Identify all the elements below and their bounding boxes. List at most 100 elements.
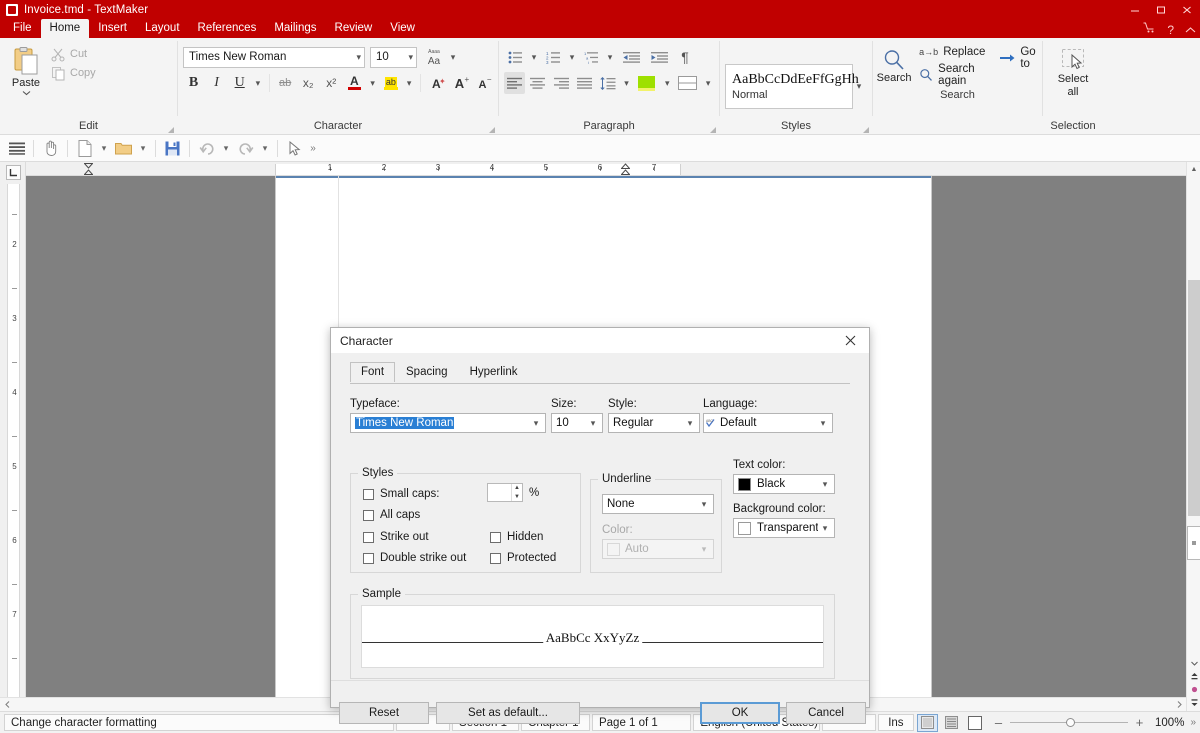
protected-checkbox[interactable] xyxy=(490,552,501,564)
underline-button[interactable]: U xyxy=(229,72,250,94)
browse-object-icon[interactable] xyxy=(1187,683,1200,696)
status-page[interactable]: Page 1 of 1 xyxy=(591,714,692,731)
numbering-button[interactable]: 123 xyxy=(542,46,564,68)
tab-stop-selector[interactable] xyxy=(6,165,21,180)
paragraph-dialog-launcher[interactable] xyxy=(710,127,716,133)
status-insert-mode[interactable]: Ins xyxy=(877,714,915,731)
ok-button[interactable]: OK xyxy=(700,702,780,724)
pointer-icon[interactable] xyxy=(283,137,306,159)
scroll-right-arrow-icon[interactable] xyxy=(1172,698,1186,712)
small-caps-checkbox[interactable] xyxy=(363,488,374,500)
style-gallery-item[interactable]: AaBbCcDdEeFfGgHh Normal xyxy=(725,64,859,109)
size-combo[interactable]: 10 ▾ xyxy=(551,413,603,433)
style-combo[interactable]: Regular ▾ xyxy=(608,413,700,433)
horizontal-ruler[interactable]: 1 2 3 4 5 6 7 xyxy=(26,162,1186,176)
decrease-indent-button[interactable] xyxy=(618,46,644,68)
new-document-chevron-down-icon[interactable]: ▾ xyxy=(97,137,111,159)
new-document-icon[interactable] xyxy=(73,137,96,159)
superscript-button[interactable]: x² xyxy=(321,72,342,94)
menu-icon[interactable] xyxy=(5,137,28,159)
spinner-down-icon[interactable]: ▼ xyxy=(512,493,522,502)
tab-file[interactable]: File xyxy=(4,19,41,38)
shading-chevron-down-icon[interactable]: ▾ xyxy=(662,72,674,94)
align-right-button[interactable] xyxy=(551,72,572,94)
scroll-down-arrow-icon[interactable] xyxy=(1187,657,1200,670)
help-icon[interactable]: ? xyxy=(1167,23,1174,37)
spinner-up-icon[interactable]: ▲ xyxy=(512,484,522,493)
hand-icon[interactable] xyxy=(39,137,62,159)
right-indent-marker[interactable] xyxy=(620,163,631,175)
undo-chevron-down-icon[interactable]: ▾ xyxy=(219,137,233,159)
scroll-left-arrow-icon[interactable] xyxy=(0,698,14,712)
collapse-ribbon-icon[interactable] xyxy=(1185,23,1196,37)
styles-dialog-launcher[interactable] xyxy=(863,127,869,133)
line-spacing-button[interactable] xyxy=(597,72,618,94)
typeface-combo[interactable]: Times New Roman ▾ xyxy=(350,413,546,433)
set-as-default-button[interactable]: Set as default... xyxy=(436,702,580,724)
tab-layout[interactable]: Layout xyxy=(136,19,189,38)
spinner-buttons[interactable]: ▲ ▼ xyxy=(511,484,522,501)
reset-button[interactable]: Reset xyxy=(339,702,429,724)
quickbar-overflow-icon[interactable]: » xyxy=(307,137,319,159)
statusbar-overflow-icon[interactable]: » xyxy=(1190,717,1196,728)
redo-chevron-down-icon[interactable]: ▾ xyxy=(258,137,272,159)
next-page-icon[interactable] xyxy=(1187,696,1200,709)
shading-button[interactable] xyxy=(634,72,659,94)
align-left-button[interactable] xyxy=(504,72,526,94)
font-color-chevron-down-icon[interactable]: ▾ xyxy=(367,72,378,94)
font-name-combo[interactable]: Times New Roman ▾ xyxy=(183,46,365,68)
language-combo[interactable]: ABC Default ▾ xyxy=(703,413,833,433)
hidden-checkbox-row[interactable]: Hidden xyxy=(490,531,543,543)
small-caps-checkbox-row[interactable]: Small caps: xyxy=(363,488,439,500)
dialog-tab-font[interactable]: Font xyxy=(350,362,396,382)
go-to-button[interactable]: Go to xyxy=(996,45,1042,71)
cancel-button[interactable]: Cancel xyxy=(786,702,866,724)
vertical-ruler[interactable]: 2 3 4 5 6 7 xyxy=(0,162,26,711)
open-folder-icon[interactable] xyxy=(112,137,135,159)
minimize-button[interactable] xyxy=(1122,0,1148,19)
zoom-slider[interactable] xyxy=(1010,716,1129,730)
borders-chevron-down-icon[interactable]: ▾ xyxy=(702,72,714,94)
increase-indent-button[interactable] xyxy=(646,46,672,68)
borders-button[interactable] xyxy=(675,72,700,94)
hidden-checkbox[interactable] xyxy=(490,531,501,543)
strike-out-checkbox[interactable] xyxy=(363,531,374,543)
cart-icon[interactable] xyxy=(1143,22,1156,37)
strikethrough-button[interactable]: ab xyxy=(275,72,296,94)
character-dialog[interactable]: Character Font Spacing Hyperlink Typefac… xyxy=(330,327,870,724)
character-dialog-launcher[interactable] xyxy=(489,127,495,133)
styles-chevron-down-icon[interactable]: ▾ xyxy=(853,64,865,109)
tab-mailings[interactable]: Mailings xyxy=(265,19,325,38)
edit-dialog-launcher[interactable] xyxy=(168,127,174,133)
bold-button[interactable]: B xyxy=(183,72,204,94)
scroll-up-arrow-icon[interactable]: ▲ xyxy=(1187,162,1200,176)
split-grip[interactable] xyxy=(1187,526,1200,560)
line-spacing-chevron-down-icon[interactable]: ▾ xyxy=(621,72,633,94)
clear-formatting-button[interactable]: A ✦ xyxy=(426,72,447,94)
close-button[interactable] xyxy=(1174,0,1200,19)
paste-chevron-down-icon[interactable] xyxy=(22,90,31,96)
italic-button[interactable]: I xyxy=(206,72,227,94)
text-color-combo[interactable]: Black ▾ xyxy=(733,474,835,494)
zoom-in-button[interactable]: + xyxy=(1134,715,1145,730)
font-size-combo[interactable]: 10 ▾ xyxy=(370,46,417,68)
font-color-button[interactable]: A xyxy=(344,72,365,94)
highlight-chevron-down-icon[interactable]: ▾ xyxy=(403,72,414,94)
align-center-button[interactable] xyxy=(527,72,548,94)
search-again-button[interactable]: Search again xyxy=(915,62,992,88)
dialog-tab-hyperlink[interactable]: Hyperlink xyxy=(459,362,529,382)
protected-checkbox-row[interactable]: Protected xyxy=(490,552,556,564)
replace-button[interactable]: a→b Replace xyxy=(915,45,992,59)
show-formatting-marks-button[interactable]: ¶ xyxy=(674,46,696,68)
page-view-icon[interactable] xyxy=(917,713,938,732)
left-indent-marker[interactable] xyxy=(83,163,94,175)
underline-style-combo[interactable]: None ▾ xyxy=(602,494,714,514)
maximize-button[interactable] xyxy=(1148,0,1174,19)
background-color-combo[interactable]: Transparent ▾ xyxy=(733,518,835,538)
fullscreen-view-icon[interactable] xyxy=(964,714,985,732)
tab-view[interactable]: View xyxy=(381,19,424,38)
zoom-slider-handle[interactable] xyxy=(1066,717,1076,727)
bullets-chevron-down-icon[interactable]: ▾ xyxy=(528,46,540,68)
dialog-close-button[interactable] xyxy=(831,328,869,353)
grow-font-button[interactable]: A + xyxy=(449,72,470,94)
